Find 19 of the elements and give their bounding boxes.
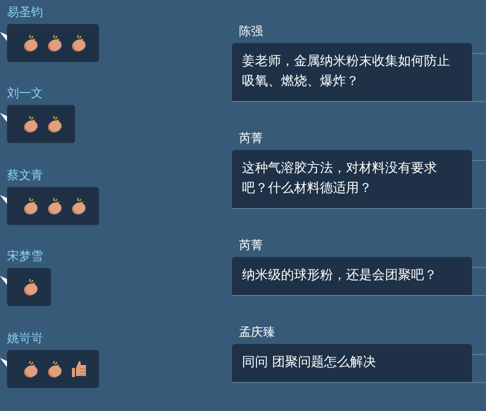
- pointer-icon: [0, 194, 7, 204]
- sender-name: 芮菁: [239, 237, 263, 253]
- sender-name: 芮菁: [239, 130, 263, 146]
- pointer-icon: [0, 276, 7, 286]
- sender-name: 易圣钧: [7, 4, 43, 20]
- sender-name: 姚岢岢: [7, 330, 43, 346]
- pointer-icon: [0, 32, 7, 41]
- sender-name: 蔡文青: [7, 166, 43, 183]
- pointer-icon: [0, 113, 7, 122]
- message-bubble: 纳米级的球形粉，还是会团聚吧？: [232, 257, 472, 295]
- sender-name: 孟庆臻: [239, 324, 275, 340]
- sender-name: 宋梦雪: [7, 248, 43, 264]
- sender-name: 陈强: [239, 23, 263, 39]
- message-bubble: 姜老师，金属纳米粉末收集如何防止吸氧、燃烧、爆炸？: [232, 43, 472, 101]
- thumbs-up-icon: [69, 358, 89, 379]
- pointer-icon: [0, 358, 7, 367]
- message-bubble: 同问 团聚问题怎么解决: [232, 344, 472, 382]
- message-bubble: 这种气溶胶方法，对材料没有要求吧？什么材料德适用？: [232, 150, 472, 208]
- sender-name: 刘一文: [7, 85, 43, 102]
